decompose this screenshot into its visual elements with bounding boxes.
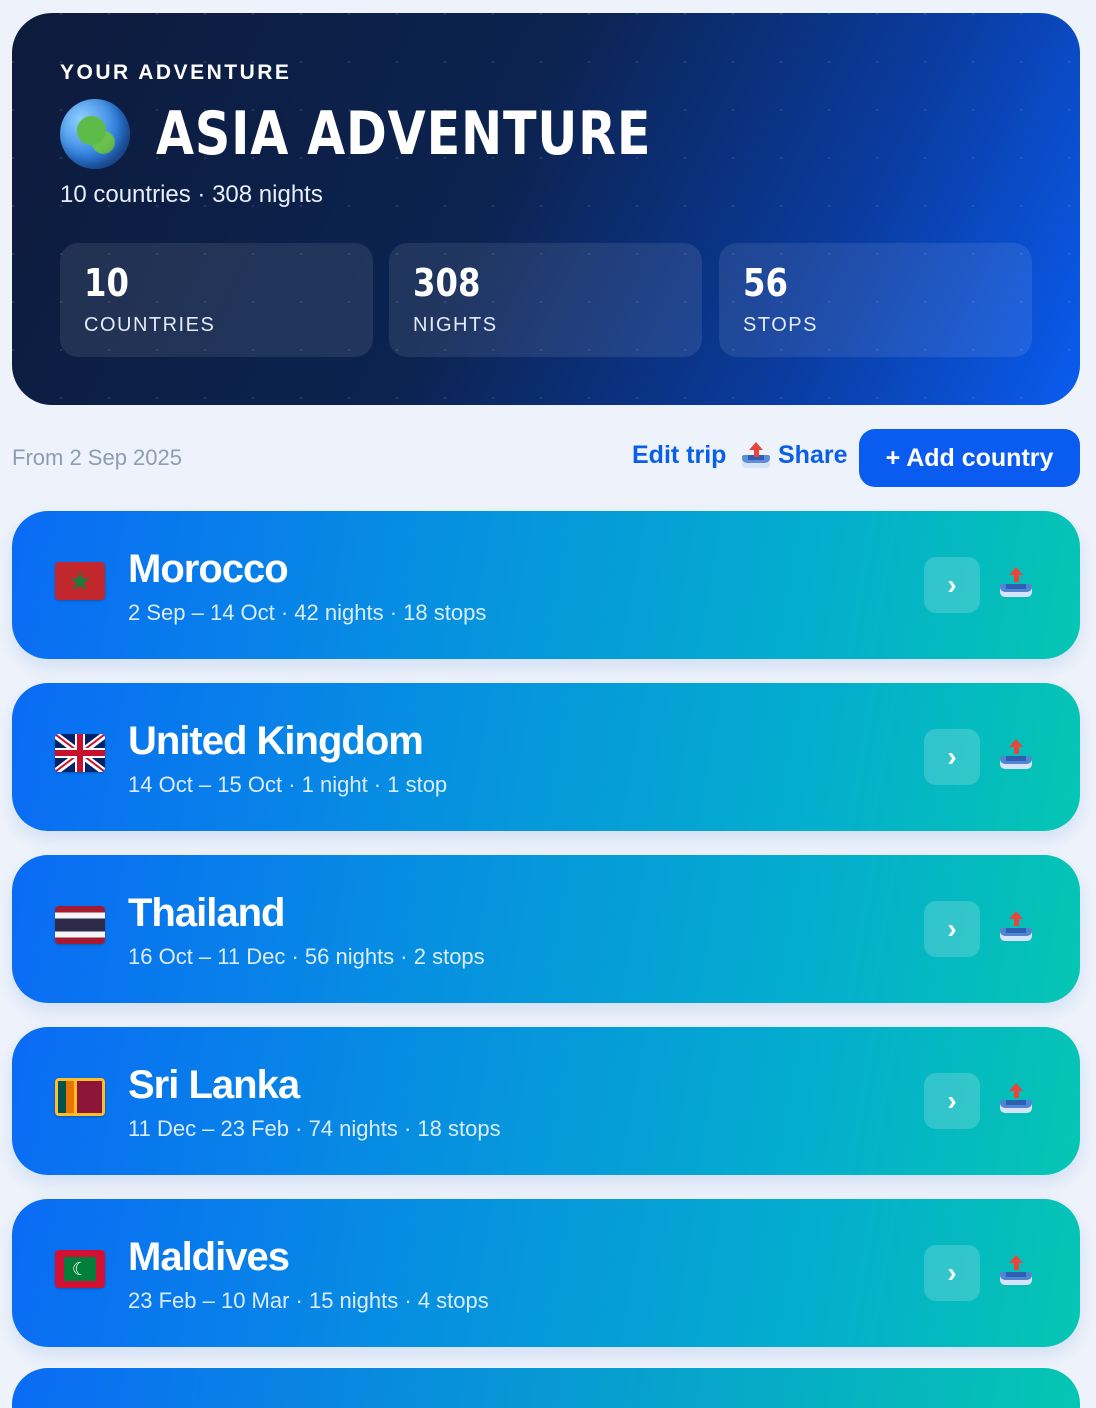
stat-value: 56 xyxy=(743,261,788,305)
globe-icon xyxy=(60,99,130,169)
edit-trip-button[interactable]: Edit trip xyxy=(632,441,726,470)
hero-title-row: ASIA ADVENTURE xyxy=(60,99,760,169)
stat-nights: 308 NIGHTS xyxy=(389,243,702,357)
stat-stops: 56 STOPS xyxy=(719,243,1032,357)
chevron-right-icon[interactable]: › xyxy=(924,1073,980,1129)
country-name: Thailand xyxy=(128,891,285,935)
stat-label: NIGHTS xyxy=(413,314,498,336)
stat-label: STOPS xyxy=(743,314,818,336)
uk-flag-icon xyxy=(55,734,105,772)
trip-summary: 10 countries · 308 nights xyxy=(60,181,323,208)
sri-lanka-flag-icon xyxy=(55,1078,105,1116)
trip-title: ASIA ADVENTURE xyxy=(156,99,652,169)
country-name: Sri Lanka xyxy=(128,1063,300,1107)
stat-label: COUNTRIES xyxy=(84,314,216,336)
country-meta: 16 Oct – 11 Dec · 56 nights · 2 stops xyxy=(128,944,485,969)
share-icon[interactable] xyxy=(998,911,1034,943)
country-name: United Kingdom xyxy=(128,719,424,763)
stat-value: 308 xyxy=(413,261,481,305)
country-meta: 2 Sep – 14 Oct · 42 nights · 18 stops xyxy=(128,600,487,625)
share-icon[interactable] xyxy=(998,1255,1034,1287)
hero-eyebrow: YOUR ADVENTURE xyxy=(60,61,292,84)
share-icon xyxy=(740,441,772,470)
thailand-flag-icon xyxy=(55,906,105,944)
add-country-button[interactable]: + Add country xyxy=(859,429,1080,487)
country-meta: 23 Feb – 10 Mar · 15 nights · 4 stops xyxy=(128,1288,489,1313)
trip-hero-card: YOUR ADVENTURE ASIA ADVENTURE 10 countri… xyxy=(12,13,1080,405)
morocco-flag-icon xyxy=(55,562,105,600)
chevron-right-icon[interactable]: › xyxy=(924,1245,980,1301)
country-card-sri-lanka[interactable]: Sri Lanka 11 Dec – 23 Feb · 74 nights · … xyxy=(12,1027,1080,1175)
country-card-maldives[interactable]: Maldives 23 Feb – 10 Mar · 15 nights · 4… xyxy=(12,1199,1080,1347)
chevron-right-icon[interactable]: › xyxy=(924,729,980,785)
stat-value: 10 xyxy=(84,261,129,305)
share-icon[interactable] xyxy=(998,739,1034,771)
country-card-united-kingdom[interactable]: United Kingdom 14 Oct – 15 Oct · 1 night… xyxy=(12,683,1080,831)
share-icon[interactable] xyxy=(998,567,1034,599)
country-name: Maldives xyxy=(128,1235,290,1279)
country-card-thailand[interactable]: Thailand 16 Oct – 11 Dec · 56 nights · 2… xyxy=(12,855,1080,1003)
country-card-morocco[interactable]: Morocco 2 Sep – 14 Oct · 42 nights · 18 … xyxy=(12,511,1080,659)
share-trip-button[interactable]: Share xyxy=(740,441,847,470)
country-meta: 11 Dec – 23 Feb · 74 nights · 18 stops xyxy=(128,1116,501,1141)
share-label: Share xyxy=(778,441,848,469)
country-meta: 14 Oct – 15 Oct · 1 night · 1 stop xyxy=(128,772,448,797)
country-card-next[interactable] xyxy=(12,1368,1080,1408)
chevron-right-icon[interactable]: › xyxy=(924,901,980,957)
chevron-right-icon[interactable]: › xyxy=(924,557,980,613)
country-name: Morocco xyxy=(128,547,289,591)
share-icon[interactable] xyxy=(998,1083,1034,1115)
stat-countries: 10 COUNTRIES xyxy=(60,243,373,357)
trip-start-date: From 2 Sep 2025 xyxy=(12,445,182,470)
maldives-flag-icon xyxy=(55,1250,105,1288)
